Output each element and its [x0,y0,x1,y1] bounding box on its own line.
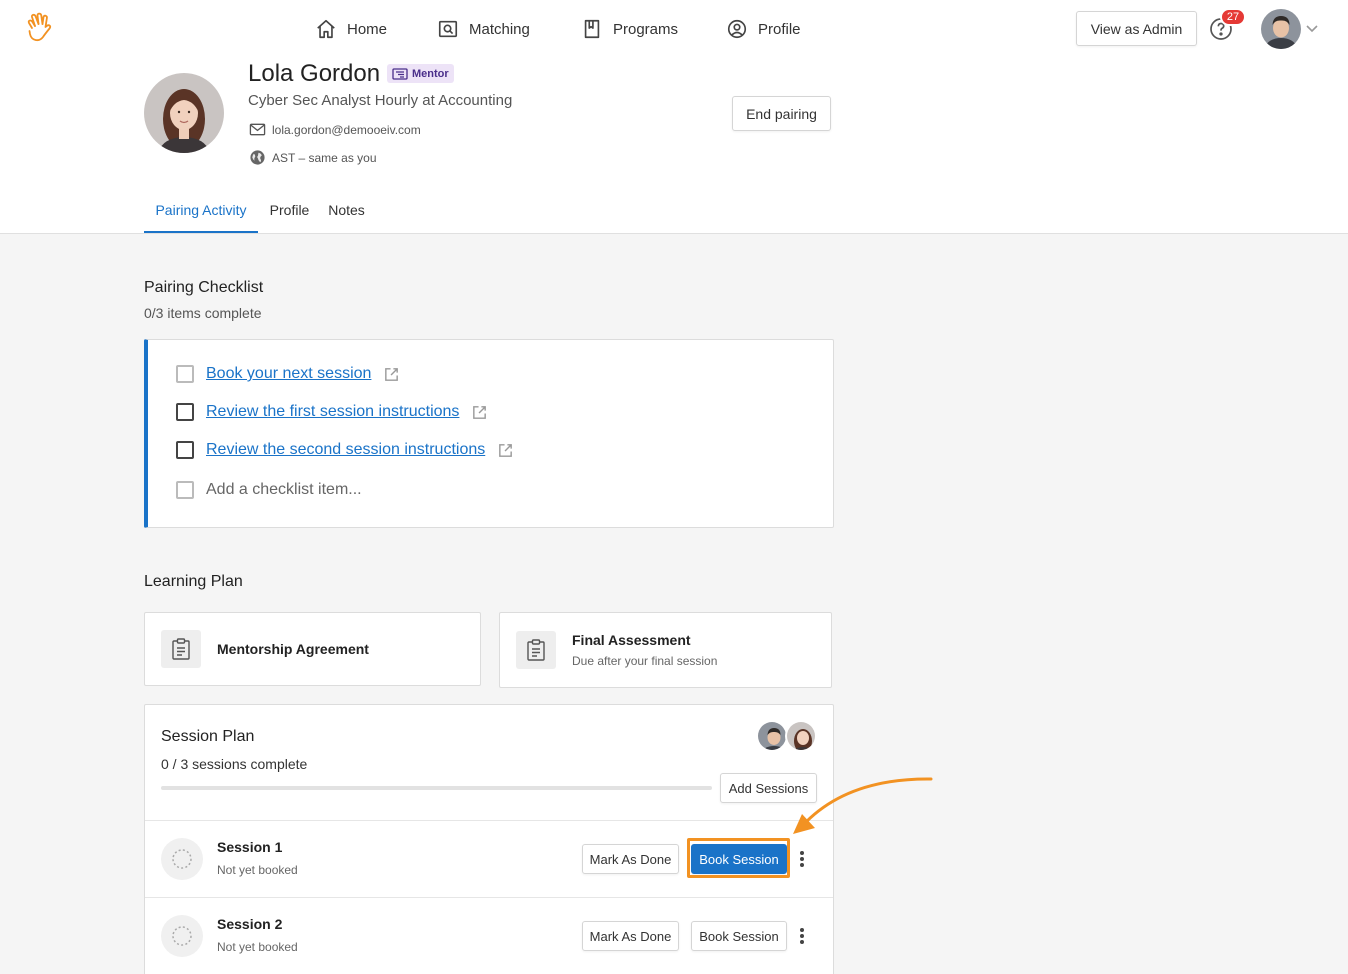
nav-programs[interactable]: Programs [581,14,678,44]
clipboard-icon [516,631,556,669]
session-title: Session 2 [217,916,283,932]
mentor-role-badge: Mentor [387,64,454,83]
view-as-admin-button[interactable]: View as Admin [1076,11,1197,46]
session-row: Session 1 Not yet booked Mark As Done Bo… [145,820,833,897]
pointer-arrow-icon [793,777,933,834]
mentor-email: lola.gordon@demooeiv.com [272,122,421,137]
notification-count-badge: 27 [1220,8,1246,26]
nav-matching[interactable]: Matching [437,14,530,44]
participant-avatar [785,720,817,752]
home-icon [317,19,335,39]
book-session-button[interactable]: Book Session [691,921,787,951]
mentor-job-title: Cyber Sec Analyst Hourly at Accounting [248,92,513,109]
checklist-item-link[interactable]: Review the second session instructions [206,441,485,459]
session-status: Not yet booked [217,863,298,877]
pairing-checklist-card: Book your next session Review the first … [144,339,834,528]
session-status-ring-icon [161,915,203,957]
mail-icon [249,123,266,136]
session-plan-card: Session Plan 0 / 3 sessions complete Add… [144,704,834,974]
current-user-avatar[interactable] [1261,9,1301,49]
profile-tabs: Pairing Activity Profile Notes [144,188,372,233]
nav-home[interactable]: Home [315,14,387,44]
mentor-badge-icon [392,67,408,80]
matching-icon [438,20,458,38]
session-row: Session 2 Not yet booked Mark As Done Bo… [145,897,833,974]
nav-matching-label: Matching [469,20,530,38]
waving-hand-logo-icon[interactable] [24,12,54,44]
checklist-item-link[interactable]: Review the first session instructions [206,403,459,421]
checklist-checkbox[interactable] [176,365,194,383]
programs-book-icon [584,19,600,39]
checklist-item: Review the second session instructions [176,441,514,459]
external-link-icon[interactable] [471,404,488,421]
add-checklist-item-row[interactable]: Add a checklist item... [176,481,362,499]
book-session-button[interactable]: Book Session [691,844,787,874]
checklist-item: Book your next session [176,365,400,383]
checklist-item-link[interactable]: Book your next session [206,365,371,383]
nav-home-label: Home [347,20,388,38]
external-link-icon[interactable] [383,366,400,383]
session-status: Not yet booked [217,940,298,954]
mentor-role-label: Mentor [412,67,449,80]
more-options-icon[interactable] [796,925,808,947]
globe-icon [250,150,265,165]
profile-user-icon [727,19,747,39]
external-link-icon[interactable] [497,442,514,459]
mark-as-done-button[interactable]: Mark As Done [582,921,679,951]
session-progress-bar [161,786,712,790]
pairing-checklist-progress: 0/3 items complete [144,305,262,321]
checklist-checkbox[interactable] [176,403,194,421]
nav-programs-label: Programs [613,20,679,38]
tab-pairing-activity[interactable]: Pairing Activity [144,188,258,233]
mentor-name: Lola Gordon [248,60,381,87]
pairing-checklist-title: Pairing Checklist [144,279,264,296]
add-checklist-item-placeholder[interactable]: Add a checklist item... [206,481,362,499]
nav-profile-label: Profile [758,20,801,38]
final-assessment-card[interactable]: Final Assessment Due after your final se… [499,612,832,688]
page-header: Home Matching Programs Profile View as A… [0,0,1348,234]
learning-plan-title: Learning Plan [144,573,243,590]
mentor-timezone-row: AST – same as you [249,149,377,166]
session-status-ring-icon [161,838,203,880]
session-title: Session 1 [217,839,283,855]
mentorship-agreement-card[interactable]: Mentorship Agreement [144,612,481,686]
mark-as-done-button[interactable]: Mark As Done [582,844,679,874]
mentor-email-row: lola.gordon@demooeiv.com [249,121,421,138]
mentor-timezone: AST – same as you [272,150,377,165]
end-pairing-button[interactable]: End pairing [732,96,831,131]
more-options-icon[interactable] [796,848,808,870]
checklist-checkbox[interactable] [176,441,194,459]
final-assessment-title: Final Assessment [572,632,691,648]
participant-avatar [756,720,788,752]
session-plan-progress-text: 0 / 3 sessions complete [161,756,308,772]
clipboard-icon [161,630,201,668]
mentor-avatar [144,73,224,153]
mentorship-agreement-title: Mentorship Agreement [217,641,369,657]
nav-profile[interactable]: Profile [726,14,801,44]
add-item-checkbox [176,481,194,499]
tab-profile[interactable]: Profile [258,188,321,233]
tab-notes[interactable]: Notes [321,188,372,233]
session-plan-title: Session Plan [161,728,255,745]
final-assessment-subtitle: Due after your final session [572,654,718,668]
checklist-item: Review the first session instructions [176,403,488,421]
chevron-down-icon[interactable] [1305,21,1319,35]
